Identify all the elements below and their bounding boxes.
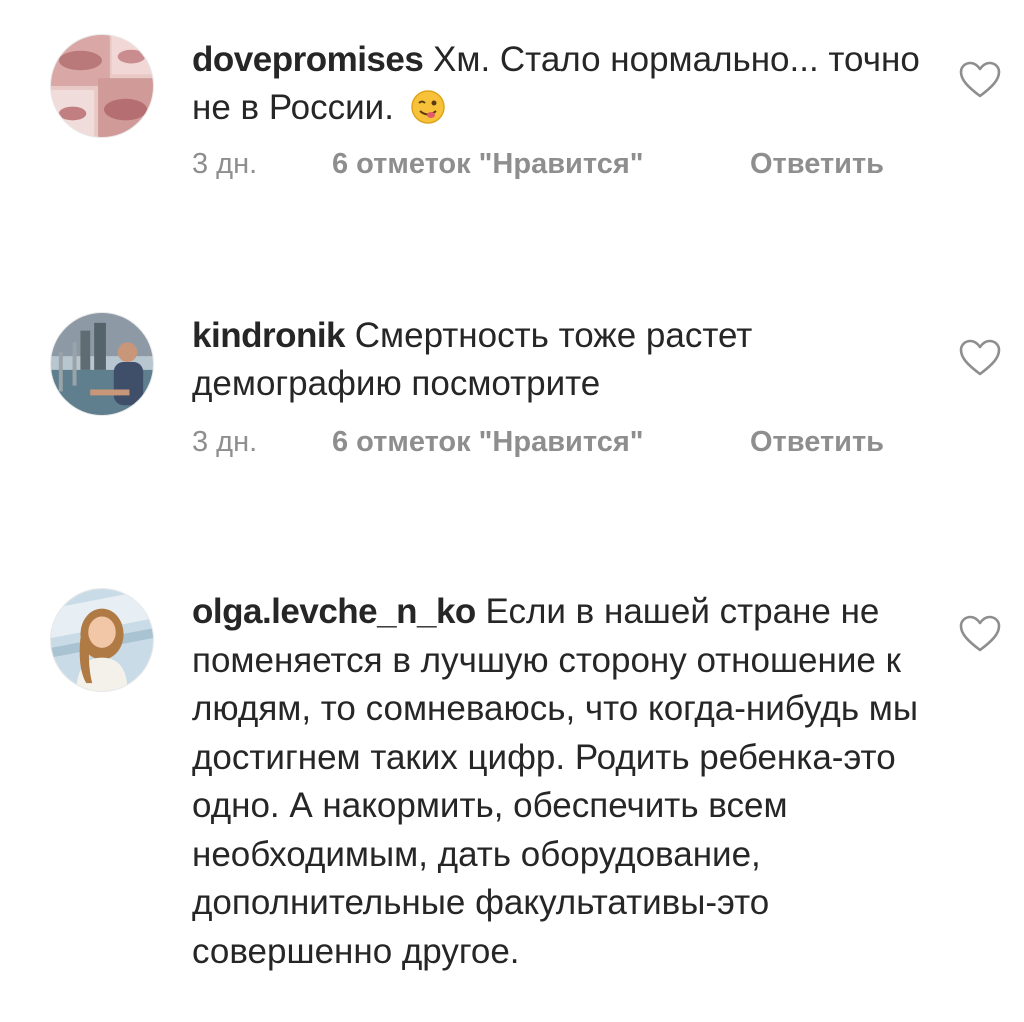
comment-text-block: dovepromises Хм. Стало нормально... точн… — [192, 36, 932, 132]
winking-face-with-tongue-icon — [410, 90, 445, 124]
like-button[interactable] — [958, 60, 1002, 100]
like-button[interactable] — [958, 614, 1002, 654]
avatar-image — [51, 589, 153, 691]
comment-username[interactable]: kindronik — [192, 316, 346, 355]
comment-likes-count[interactable]: 6 отметок "Нравится" — [332, 142, 644, 186]
comment-text-block: kindronik Смертность тоже растет демогра… — [192, 312, 932, 408]
comment-timestamp: 3 дн. — [192, 426, 258, 458]
comment-timestamp: 3 дн. — [192, 148, 258, 180]
avatar[interactable] — [50, 34, 154, 138]
comment-text-block: olga.levche_n_ko Если в нашей стране не … — [192, 588, 922, 976]
comment-text: Если в нашей стране не поменяется в лучш… — [192, 592, 918, 971]
like-button[interactable] — [958, 338, 1002, 378]
reply-button[interactable]: Ответить — [750, 142, 890, 186]
avatar[interactable] — [50, 312, 154, 416]
reply-button[interactable]: Ответить — [750, 420, 890, 464]
avatar[interactable] — [50, 588, 154, 692]
avatar-image — [51, 35, 153, 137]
heart-outline-icon — [959, 339, 1001, 376]
avatar-image — [51, 313, 153, 415]
heart-outline-icon — [959, 61, 1001, 98]
heart-outline-icon — [959, 615, 1001, 652]
comment-username[interactable]: olga.levche_n_ko — [192, 592, 476, 631]
comment-likes-count[interactable]: 6 отметок "Нравится" — [332, 420, 644, 464]
comment-username[interactable]: dovepromises — [192, 40, 424, 79]
